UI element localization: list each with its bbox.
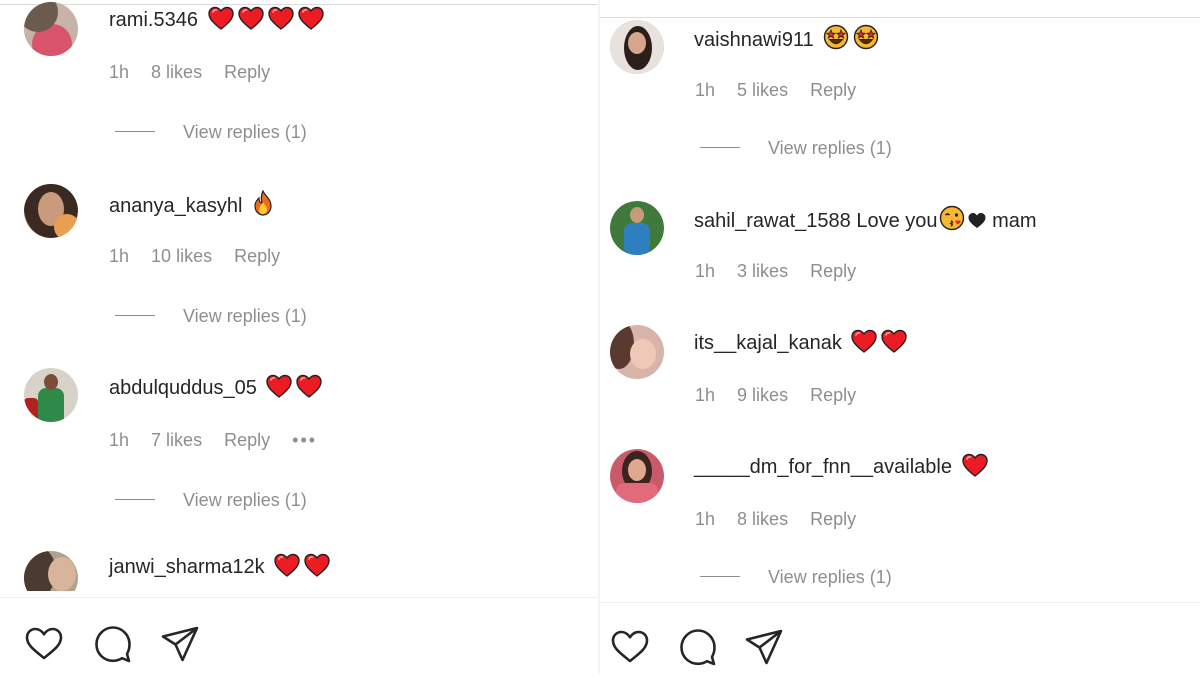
heart-emoji-icon — [961, 453, 988, 483]
reply-button[interactable]: Reply — [224, 62, 270, 82]
replies-divider — [700, 147, 740, 148]
comment-time: 1h — [695, 509, 716, 529]
comment-username[interactable]: rami.5346 — [109, 9, 198, 31]
comment-time: 1h — [695, 80, 716, 100]
comment-likes[interactable]: 5 likes — [737, 80, 788, 100]
reply-button[interactable]: Reply — [810, 261, 856, 281]
heart-emoji-icon — [237, 6, 264, 36]
avatar[interactable] — [24, 368, 78, 422]
fire-emoji-icon — [252, 189, 274, 222]
view-replies-button[interactable]: View replies (1) — [700, 138, 892, 159]
comment-likes[interactable]: 3 likes — [737, 261, 788, 281]
view-replies-label: View replies (1) — [183, 306, 307, 326]
reply-button[interactable]: Reply — [234, 246, 280, 266]
comments-panel-left: rami.5346 1h 8 likes Reply View replies … — [0, 0, 598, 675]
comment-item: _____dm_for_fnn__available 1h 8 likes Re… — [600, 449, 1200, 609]
avatar[interactable] — [24, 551, 78, 591]
avatar[interactable] — [610, 201, 664, 255]
comment-username[interactable]: its__kajal_kanak — [694, 332, 842, 354]
comment-likes[interactable]: 8 likes — [151, 62, 202, 82]
heart-emoji-icon — [297, 6, 324, 36]
comment-item: rami.5346 1h 8 likes Reply View replies … — [0, 2, 598, 162]
avatar[interactable] — [610, 449, 664, 503]
view-replies-label: View replies (1) — [768, 567, 892, 587]
comment-likes[interactable]: 10 likes — [151, 246, 212, 266]
comment-item: vaishnawi911 1h 5 likes Reply View repli… — [600, 20, 1200, 180]
heart-emoji-icon — [881, 329, 908, 359]
view-replies-button[interactable]: View replies (1) — [115, 490, 307, 511]
share-paper-plane-icon[interactable] — [744, 627, 784, 667]
comment-item: janwi_sharma12k — [0, 551, 598, 591]
reply-button[interactable]: Reply — [810, 385, 856, 405]
comment-text: Love you — [850, 210, 938, 232]
view-replies-button[interactable]: View replies (1) — [700, 567, 892, 588]
comment-likes[interactable]: 7 likes — [151, 430, 202, 450]
reply-button[interactable]: Reply — [810, 80, 856, 100]
avatar[interactable] — [24, 2, 78, 56]
comment-username[interactable]: janwi_sharma12k — [109, 556, 265, 578]
heart-emoji-icon — [274, 553, 301, 583]
comment-username[interactable]: sahil_rawat_1588 — [694, 210, 851, 232]
comment-username[interactable]: vaishnawi911 — [694, 29, 814, 51]
comment-item: ananya_kasyhl 1h 10 likes Reply View rep… — [0, 184, 598, 344]
heart-emoji-icon — [267, 6, 294, 36]
comment-bubble-icon[interactable] — [93, 624, 133, 664]
post-action-bar — [0, 597, 598, 676]
share-paper-plane-icon[interactable] — [160, 624, 200, 664]
comment-time: 1h — [109, 246, 130, 266]
view-replies-button[interactable]: View replies (1) — [115, 306, 307, 327]
comment-text: mam — [986, 210, 1037, 232]
star-eyes-emoji-icon — [823, 24, 849, 56]
post-action-bar — [600, 602, 1200, 681]
replies-divider — [115, 499, 155, 500]
reply-button[interactable]: Reply — [224, 430, 270, 450]
replies-divider — [115, 131, 155, 132]
comment-bubble-icon[interactable] — [678, 627, 718, 667]
avatar[interactable] — [610, 20, 664, 74]
star-eyes-emoji-icon — [853, 24, 879, 56]
heart-emoji-icon — [266, 374, 293, 404]
reply-button[interactable]: Reply — [810, 509, 856, 529]
comment-username[interactable]: _____dm_for_fnn__available — [694, 456, 952, 478]
comment-likes[interactable]: 9 likes — [737, 385, 788, 405]
avatar[interactable] — [24, 184, 78, 238]
comment-time: 1h — [109, 430, 130, 450]
comment-username[interactable]: ananya_kasyhl — [109, 195, 242, 217]
view-replies-button[interactable]: View replies (1) — [115, 122, 307, 143]
more-options-icon[interactable]: ••• — [292, 430, 317, 450]
replies-divider — [700, 576, 740, 577]
comment-username[interactable]: abdulquddus_05 — [109, 377, 257, 399]
black-heart-emoji-icon — [967, 211, 987, 237]
heart-outline-icon[interactable] — [610, 627, 650, 667]
comment-time: 1h — [695, 385, 716, 405]
replies-divider — [115, 315, 155, 316]
view-replies-label: View replies (1) — [183, 122, 307, 142]
heart-emoji-icon — [851, 329, 878, 359]
heart-emoji-icon — [296, 374, 323, 404]
comment-time: 1h — [109, 62, 130, 82]
avatar[interactable] — [610, 325, 664, 379]
heart-emoji-icon — [207, 6, 234, 36]
comment-item: abdulquddus_05 1h 7 likes Reply ••• View… — [0, 368, 598, 528]
view-replies-label: View replies (1) — [768, 138, 892, 158]
comment-time: 1h — [695, 261, 716, 281]
kiss-emoji-icon — [939, 205, 965, 237]
heart-emoji-icon — [304, 553, 331, 583]
heart-outline-icon[interactable] — [24, 624, 64, 664]
comments-panel-right: vaishnawi911 1h 5 likes Reply View repli… — [600, 0, 1200, 675]
view-replies-label: View replies (1) — [183, 490, 307, 510]
comment-likes[interactable]: 8 likes — [737, 509, 788, 529]
